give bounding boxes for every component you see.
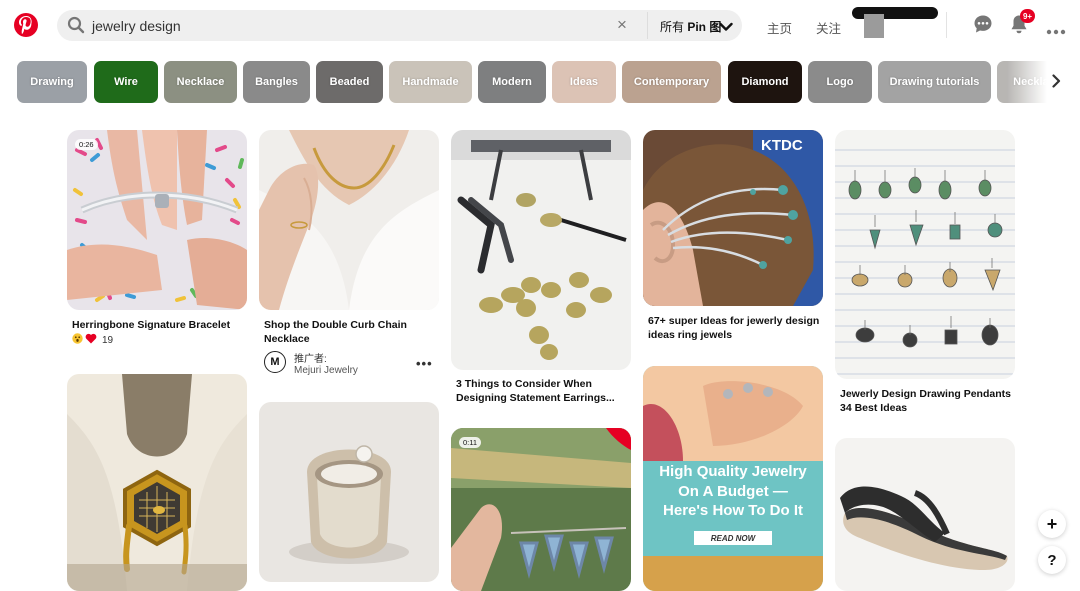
pin-title-earrings-line-2[interactable]: Designing Statement Earrings... bbox=[456, 391, 615, 405]
chips-fade-overlay bbox=[1007, 61, 1047, 103]
search-divider bbox=[647, 12, 648, 39]
wow-emoji-icon bbox=[72, 333, 83, 347]
sandal-photo bbox=[835, 438, 1015, 591]
pin-title-ear-cuff-line-2[interactable]: ideas ring jewels bbox=[648, 328, 732, 342]
read-now-button[interactable]: READ NOW bbox=[694, 531, 772, 545]
pin-image-ring[interactable] bbox=[259, 402, 439, 582]
pin-title-earrings-line-1[interactable]: 3 Things to Consider When bbox=[456, 377, 592, 391]
chip-modern[interactable]: Modern bbox=[478, 61, 546, 103]
messages-icon[interactable] bbox=[973, 14, 993, 39]
chip-contemporary[interactable]: Contemporary bbox=[622, 61, 721, 103]
chip-ideas[interactable]: Ideas bbox=[552, 61, 616, 103]
pin-image-honeycomb[interactable] bbox=[67, 374, 247, 591]
pin-title-pendants-line-2[interactable]: 34 Best Ideas bbox=[840, 401, 907, 415]
pin-image-sandal[interactable] bbox=[835, 438, 1015, 591]
pin-image-curb-chain[interactable] bbox=[259, 130, 439, 310]
promoter-name[interactable]: Mejuri Jewelry bbox=[294, 365, 358, 376]
pin-image-ear-cuff[interactable]: KTDC bbox=[643, 130, 823, 306]
chevron-down-icon[interactable] bbox=[719, 19, 733, 37]
ad-headline-line-2: On A Budget — bbox=[678, 482, 788, 500]
search-scope-value: Pin 图 bbox=[687, 20, 722, 34]
ad-headline-line-3: Here's How To Do It bbox=[663, 502, 803, 519]
pin-title-curb-chain-line-2[interactable]: Necklace bbox=[264, 332, 310, 346]
ring-photo bbox=[259, 402, 439, 582]
search-scope-prefix: 所有 bbox=[660, 20, 688, 34]
pin-title-bracelet[interactable]: Herringbone Signature Bracelet bbox=[72, 318, 230, 332]
chip-drawing[interactable]: Drawing bbox=[17, 61, 87, 103]
reaction-count: 19 bbox=[102, 334, 114, 346]
pin-ad-jewelry-budget[interactable]: High Quality Jewelry On A Budget — Here'… bbox=[643, 366, 823, 591]
help-button[interactable]: ? bbox=[1038, 546, 1066, 574]
pin-image-wire-pendants[interactable]: 0:11 bbox=[451, 428, 631, 591]
mejuri-logo: M bbox=[264, 351, 286, 373]
reactions[interactable]: 19 bbox=[72, 333, 113, 347]
background-sign-text: KTDC bbox=[761, 137, 803, 154]
ad-headline: High Quality Jewelry On A Budget — Here'… bbox=[643, 462, 823, 521]
chip-wire[interactable]: Wire bbox=[94, 61, 158, 103]
pin-title-pendants-line-1[interactable]: Jewerly Design Drawing Pendants bbox=[840, 387, 1011, 401]
notification-count-badge: 9+ bbox=[1020, 9, 1035, 23]
nav-home-link[interactable]: 主页 bbox=[767, 18, 792, 37]
pendant-sketches-photo bbox=[835, 130, 1015, 379]
ear-cuff-photo: KTDC bbox=[643, 130, 823, 306]
ad-headline-line-1: High Quality Jewelry bbox=[659, 463, 807, 480]
video-duration-badge: 0:26 bbox=[75, 139, 98, 150]
pin-image-pendant-drawings[interactable] bbox=[835, 130, 1015, 379]
chevron-right-icon[interactable] bbox=[1051, 74, 1061, 93]
search-bar[interactable]: jewelry design × 所有 Pin 图 bbox=[57, 10, 742, 41]
search-icon bbox=[67, 16, 85, 39]
chip-diamond[interactable]: Diamond bbox=[728, 61, 802, 103]
chip-drawing-tutorials[interactable]: Drawing tutorials bbox=[878, 61, 991, 103]
necklace-photo bbox=[259, 130, 439, 310]
wire-pendants-photo bbox=[451, 428, 631, 591]
create-pin-button[interactable]: + bbox=[1038, 510, 1066, 538]
avatar[interactable] bbox=[864, 14, 884, 38]
nav-following-link[interactable]: 关注 bbox=[816, 18, 841, 37]
pin-image-earrings[interactable] bbox=[451, 130, 631, 370]
promoted-label: 推广者: bbox=[294, 354, 327, 365]
chip-bangles[interactable]: Bangles bbox=[243, 61, 310, 103]
more-options-icon[interactable] bbox=[1046, 22, 1066, 40]
search-suggestion-chips: Drawing Wire Necklace Bangles Beaded Han… bbox=[17, 61, 1047, 103]
earrings-workbench-photo bbox=[451, 130, 631, 370]
chip-necklace[interactable]: Necklace bbox=[164, 61, 237, 103]
video-duration-badge: 0:11 bbox=[459, 437, 482, 448]
honeycomb-pendant-photo bbox=[67, 374, 247, 591]
pinterest-logo-icon[interactable] bbox=[14, 13, 38, 37]
pin-title-ear-cuff-line-1[interactable]: 67+ super Ideas for jewerly design bbox=[648, 314, 819, 328]
search-scope-dropdown[interactable]: 所有 Pin 图 bbox=[660, 18, 721, 35]
search-input[interactable]: jewelry design bbox=[92, 18, 181, 34]
bracelet-photo bbox=[67, 130, 247, 310]
chip-logo[interactable]: Logo bbox=[808, 61, 872, 103]
chip-handmade[interactable]: Handmade bbox=[389, 61, 472, 103]
clear-search-icon[interactable]: × bbox=[617, 15, 627, 35]
header-divider bbox=[946, 12, 947, 38]
heart-icon bbox=[85, 333, 97, 347]
pin-image-bracelet[interactable]: 0:26 bbox=[67, 130, 247, 310]
chip-beaded[interactable]: Beaded bbox=[316, 61, 383, 103]
pin-title-curb-chain-line-1[interactable]: Shop the Double Curb Chain bbox=[264, 318, 407, 332]
top-bar: jewelry design × 所有 Pin 图 主页 关注 9+ bbox=[0, 0, 1080, 50]
pin-more-options-button[interactable]: ••• bbox=[416, 356, 433, 371]
